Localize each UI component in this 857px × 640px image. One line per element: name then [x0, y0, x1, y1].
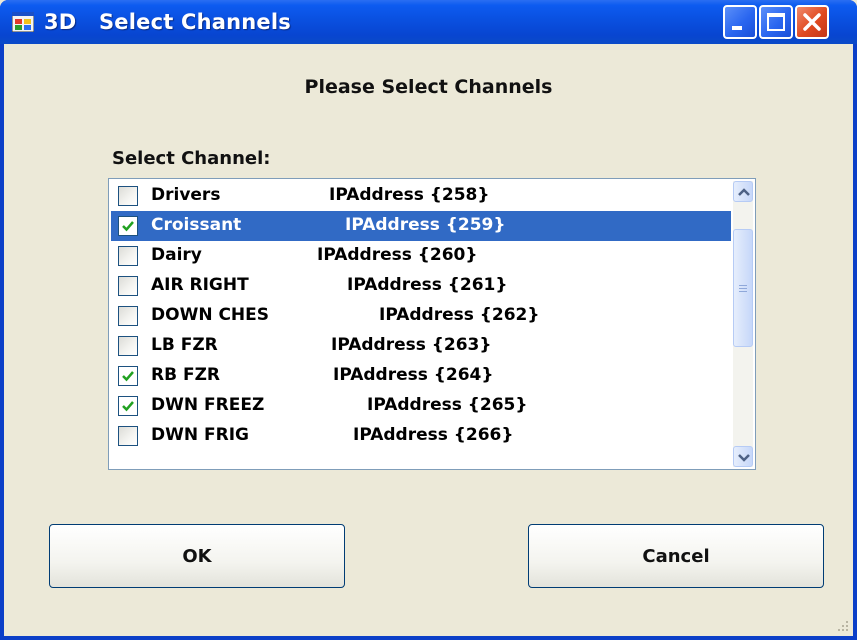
close-button[interactable]	[795, 5, 829, 39]
channel-checkbox-checked[interactable]	[118, 216, 138, 236]
channel-checkbox-checked[interactable]	[118, 366, 138, 386]
chevron-up-icon	[738, 188, 750, 196]
channel-row[interactable]: RB FZR IPAddress {264}	[111, 361, 731, 391]
channel-row[interactable]: DWN FREEZ IPAddress {265}	[111, 391, 731, 421]
channel-name: RB FZR	[151, 365, 220, 385]
scrollbar-thumb[interactable]	[733, 229, 753, 347]
channel-name: DWN FREEZ	[151, 395, 265, 415]
channel-ip: IPAddress {260}	[317, 245, 478, 265]
channel-row[interactable]: Drivers IPAddress {258}	[111, 181, 731, 211]
checkmark-icon	[122, 371, 134, 382]
channel-ip: IPAddress {266}	[353, 425, 514, 445]
channel-checkbox[interactable]	[118, 276, 138, 296]
maximize-icon	[767, 13, 785, 31]
dialog-body: Please Select Channels Select Channel: D…	[4, 44, 853, 636]
channel-checkbox[interactable]	[118, 186, 138, 206]
channel-name: DOWN CHES	[151, 305, 270, 325]
channel-ip: IPAddress {258}	[329, 185, 490, 205]
channel-row[interactable]: AIR RIGHT IPAddress {261}	[111, 271, 731, 301]
select-channel-label: Select Channel:	[112, 148, 271, 169]
dialog-heading: Please Select Channels	[304, 76, 553, 98]
scroll-up-button[interactable]	[733, 181, 753, 202]
channel-name: Croissant	[151, 215, 242, 235]
grip-icon	[739, 285, 747, 292]
channel-checkbox-checked[interactable]	[118, 396, 138, 416]
scroll-down-button[interactable]	[733, 446, 753, 467]
channel-ip: IPAddress {261}	[347, 275, 508, 295]
resize-grip-icon[interactable]	[835, 618, 849, 632]
minimize-icon	[732, 26, 742, 30]
channel-row[interactable]: DWN FRIG IPAddress {266}	[111, 421, 731, 451]
title-bar[interactable]: 3D Select Channels	[0, 0, 857, 44]
channel-row[interactable]: LB FZR IPAddress {263}	[111, 331, 731, 361]
channel-name: LB FZR	[151, 335, 218, 355]
channel-checkbox[interactable]	[118, 306, 138, 326]
close-icon	[803, 13, 821, 31]
channel-checked-listbox[interactable]: Drivers IPAddress {258} Croissant IPAddr…	[108, 178, 756, 470]
channel-name: DWN FRIG	[151, 425, 249, 445]
window-title: 3D Select Channels	[44, 10, 291, 34]
channel-row[interactable]: Dairy IPAddress {260}	[111, 241, 731, 271]
chevron-down-icon	[738, 454, 750, 462]
app-window-icon	[12, 12, 34, 32]
channel-ip: IPAddress {262}	[379, 305, 540, 325]
cancel-button[interactable]: Cancel	[528, 524, 824, 588]
checkmark-icon	[122, 221, 134, 232]
channel-name: Dairy	[151, 245, 202, 265]
checkmark-icon	[122, 401, 134, 412]
channel-checkbox[interactable]	[118, 426, 138, 446]
maximize-button[interactable]	[759, 5, 793, 39]
minimize-button[interactable]	[723, 5, 757, 39]
channel-ip: IPAddress {265}	[367, 395, 528, 415]
channel-checkbox[interactable]	[118, 246, 138, 266]
ok-button[interactable]: OK	[49, 524, 345, 588]
vertical-scrollbar[interactable]	[733, 181, 753, 467]
channel-checkbox[interactable]	[118, 336, 138, 356]
channel-ip: IPAddress {259}	[345, 215, 506, 235]
dialog-window: 3D Select Channels Please Select Channel…	[0, 0, 857, 640]
channel-ip: IPAddress {264}	[333, 365, 494, 385]
channel-ip: IPAddress {263}	[331, 335, 492, 355]
channel-row[interactable]: DOWN CHES IPAddress {262}	[111, 301, 731, 331]
channel-row-selected[interactable]: Croissant IPAddress {259}	[111, 211, 731, 241]
channel-name: AIR RIGHT	[151, 275, 249, 295]
channel-name: Drivers	[151, 185, 221, 205]
